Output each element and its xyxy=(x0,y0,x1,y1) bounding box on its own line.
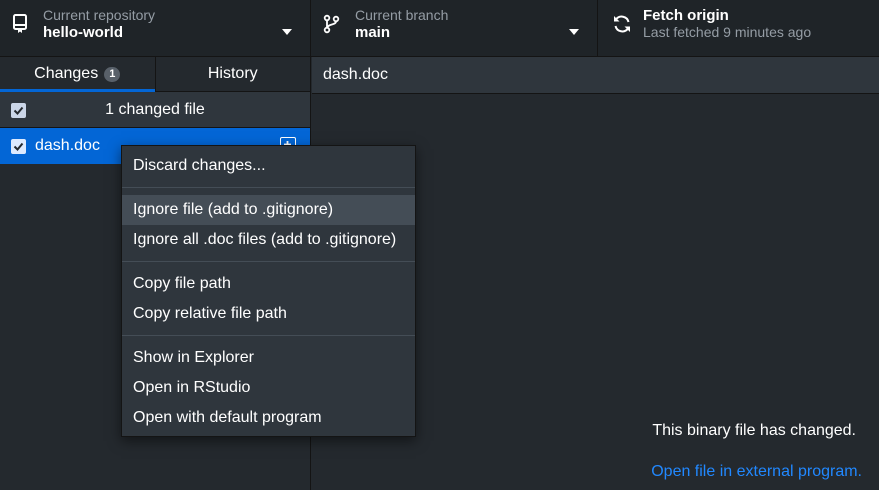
binary-file-message: This binary file has changed. xyxy=(652,422,856,439)
repository-selector[interactable]: Current repository hello-world xyxy=(0,0,311,56)
branch-name: main xyxy=(355,24,391,41)
menu-separator xyxy=(122,335,415,336)
tab-changes[interactable]: Changes 1 xyxy=(0,57,156,92)
menu-item-ignore-extension[interactable]: Ignore all .doc files (add to .gitignore… xyxy=(122,225,415,255)
fetch-subtitle: Last fetched 9 minutes ago xyxy=(643,24,812,40)
menu-item-open-default-program[interactable]: Open with default program xyxy=(122,403,415,433)
branch-icon xyxy=(323,14,341,34)
tab-history-label: History xyxy=(207,65,258,82)
branch-selector[interactable]: Current branch main xyxy=(311,0,598,56)
github-desktop-window: Current repository hello-world Current b… xyxy=(0,0,879,490)
chevron-down-icon xyxy=(282,23,292,35)
sidebar-tabs: Changes 1 History xyxy=(0,57,310,92)
tab-changes-label: Changes xyxy=(34,65,99,82)
menu-item-open-in-rstudio[interactable]: Open in RStudio xyxy=(122,373,415,403)
file-name: dash.doc xyxy=(35,137,100,154)
branch-label: Current branch xyxy=(355,7,449,23)
open-external-link[interactable]: Open file in external program. xyxy=(651,463,862,481)
select-all-checkbox[interactable] xyxy=(11,103,26,118)
menu-item-ignore-file[interactable]: Ignore file (add to .gitignore) xyxy=(122,195,415,225)
toolbar: Current repository hello-world Current b… xyxy=(0,0,879,57)
context-menu: Discard changes... Ignore file (add to .… xyxy=(121,145,416,437)
changed-files-count: 1 changed file xyxy=(105,100,205,118)
file-checkbox[interactable] xyxy=(11,139,26,154)
fetch-origin-button[interactable]: Fetch origin Last fetched 9 minutes ago xyxy=(598,0,879,56)
changes-header: 1 changed file xyxy=(0,92,310,128)
repo-icon xyxy=(12,14,30,34)
diff-file-header: dash.doc xyxy=(312,57,879,94)
menu-item-copy-relative-path[interactable]: Copy relative file path xyxy=(122,299,415,329)
menu-item-show-in-explorer[interactable]: Show in Explorer xyxy=(122,343,415,373)
changes-count-badge: 1 xyxy=(104,66,121,82)
repository-label: Current repository xyxy=(43,7,156,23)
menu-item-copy-file-path[interactable]: Copy file path xyxy=(122,269,415,299)
chevron-down-icon xyxy=(569,23,579,35)
tab-history[interactable]: History xyxy=(156,57,311,91)
repository-name: hello-world xyxy=(43,24,123,41)
menu-separator xyxy=(122,261,415,262)
fetch-title: Fetch origin xyxy=(643,7,729,24)
sync-icon xyxy=(612,14,630,34)
menu-separator xyxy=(122,187,415,188)
menu-item-discard-changes[interactable]: Discard changes... xyxy=(122,151,415,181)
